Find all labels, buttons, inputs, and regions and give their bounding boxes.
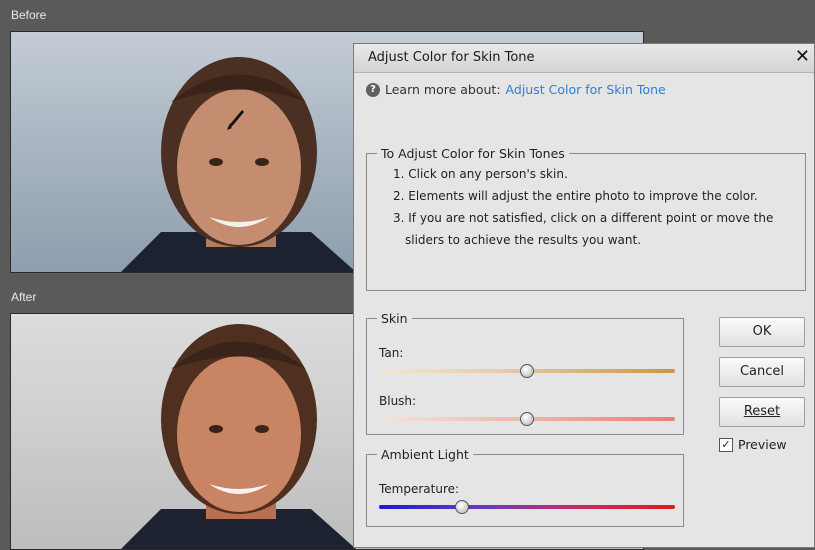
dialog-title: Adjust Color for Skin Tone (368, 50, 535, 65)
instruction-step: 1. Click on any person's skin. (393, 167, 568, 181)
skin-group: Skin Tan: Blush: (366, 311, 684, 435)
blush-label: Blush: (379, 394, 417, 408)
skin-legend: Skin (381, 311, 408, 326)
after-label: After (11, 290, 37, 304)
tan-slider-thumb[interactable] (520, 364, 534, 378)
temperature-slider[interactable] (379, 500, 675, 514)
preview-checkbox[interactable]: ✓ (719, 437, 733, 452)
tan-label: Tan: (379, 346, 404, 360)
learn-more-row: ? Learn more about: Adjust Color for Ski… (366, 82, 666, 97)
temperature-label: Temperature: (379, 482, 460, 496)
preview-row[interactable]: ✓ Preview (719, 437, 787, 452)
blush-slider[interactable] (379, 412, 675, 426)
help-icon: ? (366, 82, 380, 97)
instructions-list: 1. Click on any person's skin. 2. Elemen… (367, 163, 805, 251)
ok-button[interactable]: OK (719, 317, 805, 347)
reset-button[interactable]: Reset (719, 397, 805, 427)
preview-label: Preview (738, 437, 787, 452)
ambient-light-group: Ambient Light Temperature: (366, 447, 684, 527)
eyedropper-icon (227, 110, 244, 130)
instructions-group: To Adjust Color for Skin Tones 1. Click … (366, 146, 806, 291)
instruction-step: 2. Elements will adjust the entire photo… (393, 189, 758, 203)
learn-more-link[interactable]: Adjust Color for Skin Tone (506, 82, 666, 97)
dialog-titlebar[interactable]: Adjust Color for Skin Tone ✕ (354, 44, 814, 73)
tan-slider[interactable] (379, 364, 675, 378)
blush-slider-thumb[interactable] (520, 412, 534, 426)
before-label: Before (11, 8, 47, 22)
instruction-step: 3. If you are not satisfied, click on a … (393, 211, 774, 247)
instructions-legend: To Adjust Color for Skin Tones (381, 146, 565, 161)
learn-more-label: Learn more about: (385, 82, 501, 97)
temperature-slider-thumb[interactable] (454, 500, 469, 514)
ambient-light-legend: Ambient Light (381, 447, 469, 462)
adjust-color-skin-tone-dialog: Adjust Color for Skin Tone ✕ ? Learn mor… (353, 43, 815, 548)
cancel-button[interactable]: Cancel (719, 357, 805, 387)
close-icon[interactable]: ✕ (795, 46, 810, 67)
